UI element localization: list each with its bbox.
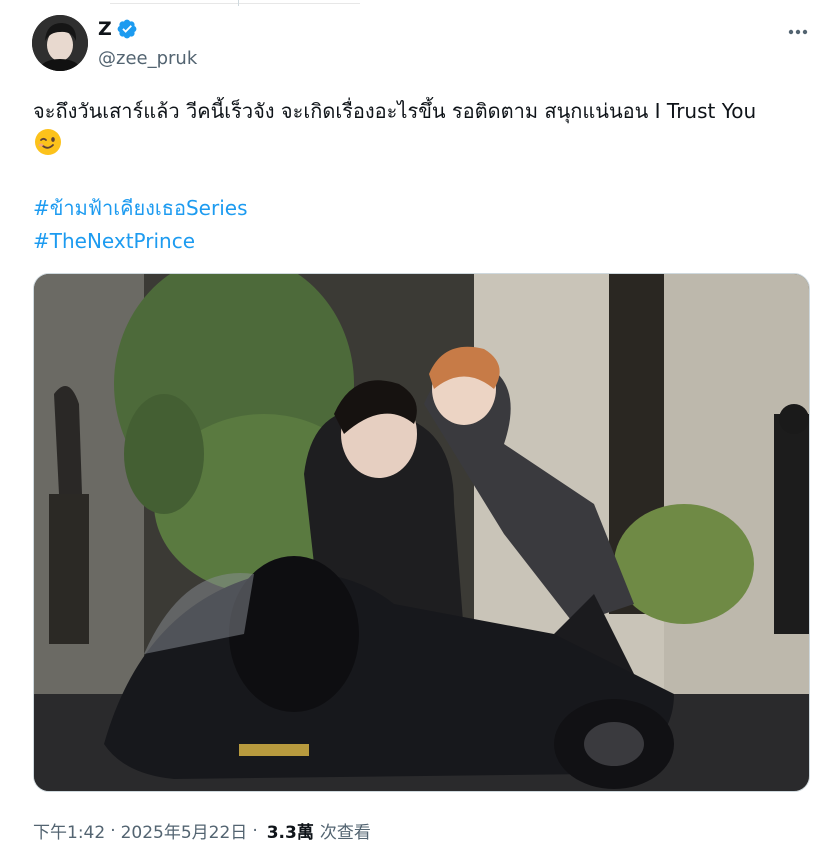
hashtag-series[interactable]: #ข้ามฟ้าเคียงเธอSeries [33,194,248,222]
separator: · [110,820,116,841]
more-options-icon[interactable] [784,20,812,44]
top-divider [0,0,831,6]
verified-badge-icon [117,19,137,39]
tweet-time[interactable]: 下午1:42 [33,818,105,843]
views-label: 次查看 [319,823,371,843]
avatar[interactable] [32,15,88,71]
winking-face-emoji-icon [35,129,61,155]
hashtag-thenextprince[interactable]: #TheNextPrince [33,227,195,255]
tweet-text: จะถึงวันเสาร์แล้ว วีคนี้เร็วจัง จะเกิดเร… [33,99,757,123]
tweet-date[interactable]: 2025年5月22日 [121,818,248,843]
tweet-metadata: 下午1:42 · 2025年5月22日 · 3.3萬 次查看 [33,818,371,844]
display-name[interactable]: Z [98,18,112,40]
user-handle[interactable]: @zee_pruk [98,48,197,69]
view-count: 3.3萬 [266,823,314,843]
separator: · [252,820,258,841]
tweet-photo[interactable] [33,273,810,792]
